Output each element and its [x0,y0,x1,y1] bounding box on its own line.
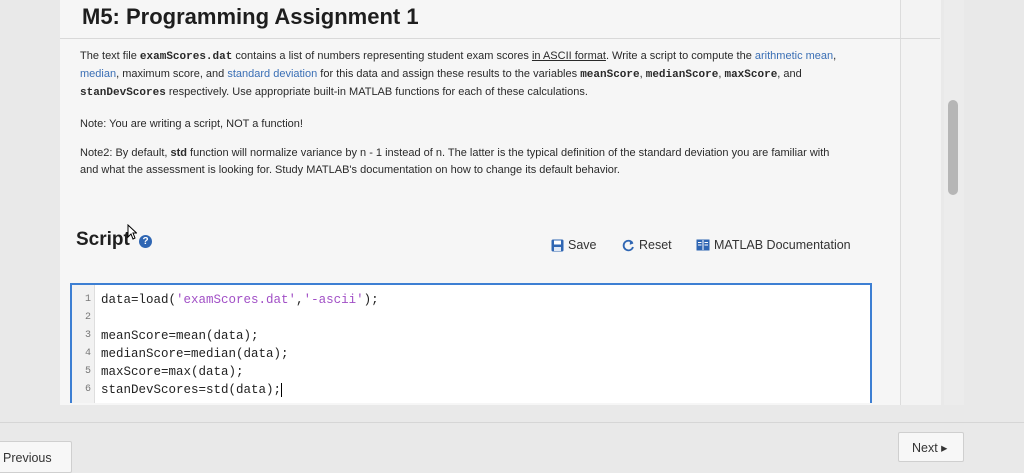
text: , and [777,68,802,80]
text: contains a list of numbers representing … [232,50,532,62]
note2-paragraph: Note2: By default, std function will nor… [80,145,840,179]
line-number: 4 [84,348,91,359]
code-text: medianScore=median(data); [101,347,289,361]
line-number: 5 [84,366,91,377]
save-label: Save [568,238,597,252]
code-text: maxScore=max(data); [101,365,244,379]
code-line[interactable]: 4 medianScore=median(data); [72,345,870,363]
code-line[interactable]: 2 [72,309,870,327]
matlab-documentation-button[interactable]: MATLAB Documentation [696,238,851,252]
code-token: , [296,293,304,307]
line-number: 2 [84,312,91,323]
book-icon [696,239,710,251]
std-keyword: std [170,147,188,159]
median-link[interactable]: median [80,68,116,80]
line-number: 1 [84,294,91,305]
text: , [833,50,837,62]
script-heading: Script [76,229,130,250]
save-button[interactable]: Save [551,238,597,252]
code-token: data=load( [101,293,177,307]
title-divider [60,38,940,39]
documentation-label: MATLAB Documentation [714,238,851,252]
text: respectively. Use appropriate built-in M… [165,86,588,98]
code-line[interactable]: 5 maxScore=max(data); [72,363,870,381]
note-script-not-function: Note: You are writing a script, NOT a fu… [80,118,303,130]
side-panel [900,0,941,405]
page-title: M5: Programming Assignment 1 [82,4,419,29]
footer-divider [0,422,1024,423]
description-paragraph: The text file examScores.dat contains a … [80,48,840,102]
line-number: 3 [84,330,91,341]
line-number: 6 [84,384,91,395]
string-literal: 'examScores.dat' [176,293,297,307]
code-line[interactable]: 3 meanScore=mean(data); [72,327,870,345]
standard-deviation-link[interactable]: standard deviation [227,68,317,80]
mouse-cursor-icon [127,224,137,240]
text: function will normalize variance by n - … [80,147,830,176]
next-label: Next ▸ [912,441,948,455]
scrollbar-thumb[interactable] [948,100,958,195]
var-stanDevScores: stanDevScores [80,87,166,99]
next-button[interactable]: Next ▸ [898,432,964,462]
code-text-active: stanDevScores=std(data); [101,381,283,399]
help-icon[interactable]: ? [139,235,152,248]
reset-label: Reset [639,238,672,252]
save-icon [551,239,564,251]
var-meanScore: meanScore [580,69,640,81]
previous-label: Previous [3,451,52,465]
code-line[interactable]: 6 stanDevScores=std(data); [72,381,870,399]
code-token: ); [363,293,379,307]
text: for this data and assign these results t… [317,68,581,80]
previous-button[interactable]: Previous [0,441,72,473]
vertical-scrollbar[interactable] [944,0,964,405]
arithmetic-mean-link[interactable]: arithmetic mean [755,50,833,62]
code-token: stanDevScores=std(data); [101,383,282,397]
text: , maximum score, and [116,68,228,80]
reset-icon [622,239,634,251]
code-editor[interactable]: 1 data=load('examScores.dat','-ascii'); … [70,283,872,403]
code-text: meanScore=mean(data); [101,329,259,343]
var-medianScore: medianScore [645,69,719,81]
var-maxScore: maxScore [724,69,778,81]
text: Note2: By default, [80,147,171,159]
string-literal: '-ascii' [303,293,364,307]
code-text: data=load('examScores.dat','-ascii'); [101,291,379,309]
text: The text file [80,50,140,62]
ascii-format-link[interactable]: in ASCII format [532,50,606,62]
text: . Write a script to compute the [605,50,755,62]
reset-button[interactable]: Reset [622,238,672,252]
text-caret [281,382,283,397]
code-line[interactable]: 1 data=load('examScores.dat','-ascii'); [72,291,870,309]
filename-code: examScores.dat [139,51,233,63]
